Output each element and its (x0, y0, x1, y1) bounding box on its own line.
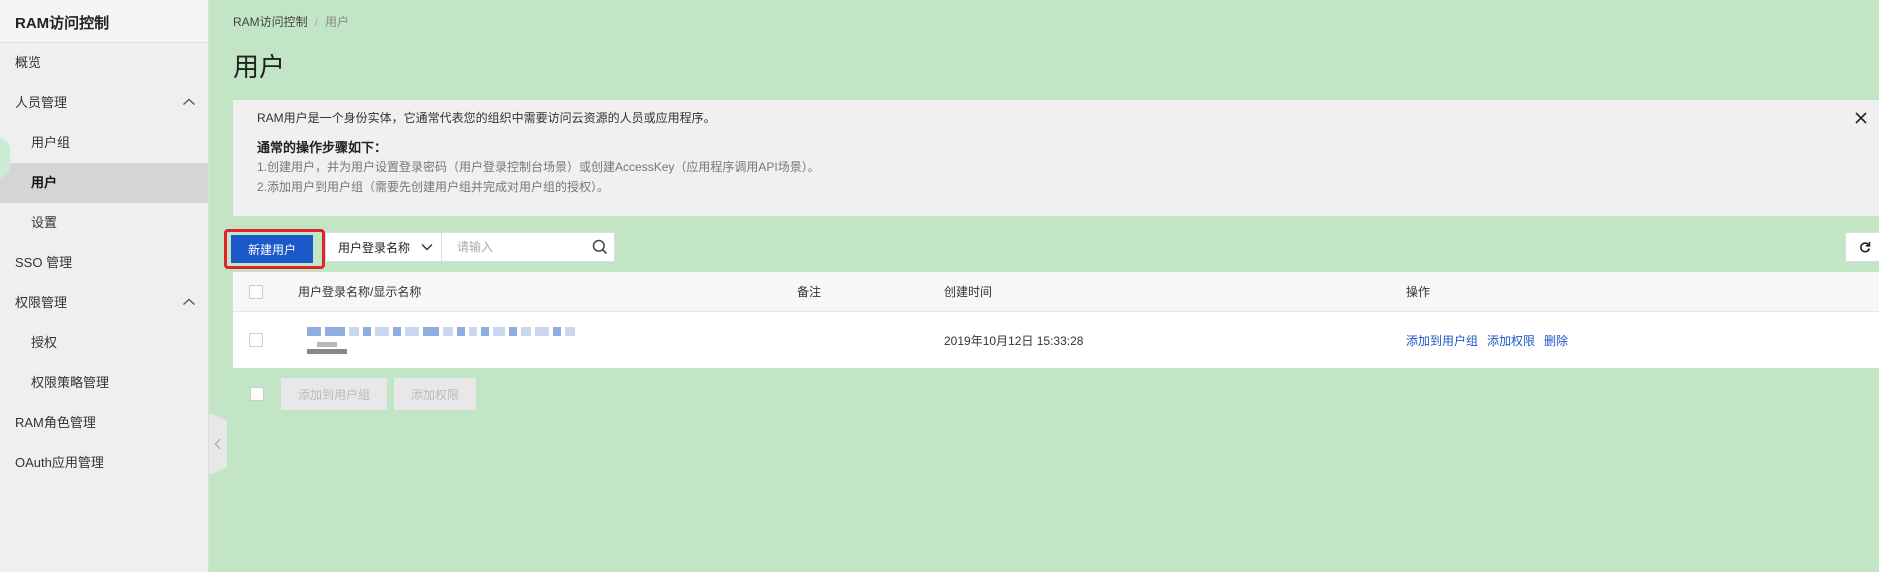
main-content: RAM访问控制 / 用户 用户 RAM用户是一个身份实体，它通常代表您的组织中需要访… (224, 0, 1879, 572)
search-input[interactable] (442, 233, 586, 261)
sidebar-item-ram-roles[interactable]: RAM角色管理 (0, 403, 208, 443)
sidebar-item-label: 人员管理 (15, 95, 68, 110)
sidebar-item-permission-management[interactable]: 权限管理 (0, 283, 208, 323)
sidebar-item-label: RAM角色管理 (15, 415, 96, 430)
delete-link[interactable]: 删除 (1544, 332, 1568, 349)
add-permission-link[interactable]: 添加权限 (1487, 332, 1535, 349)
header-name: 用户登录名称/显示名称 (298, 285, 422, 299)
sidebar-item-label: 权限管理 (15, 295, 68, 310)
select-all-checkbox[interactable] (249, 284, 263, 299)
sidebar-item-user-groups[interactable]: 用户组 (0, 123, 208, 163)
header-created: 创建时间 (944, 285, 993, 299)
breadcrumb: RAM访问控制 / 用户 (233, 13, 349, 30)
sidebar-item-settings[interactable]: 设置 (0, 203, 208, 243)
search-field-select[interactable]: 用户登录名称 (326, 233, 442, 261)
sidebar-item-label: 权限策略管理 (31, 375, 110, 390)
row-checkbox[interactable] (249, 333, 263, 347)
breadcrumb-current: 用户 (325, 15, 350, 29)
refresh-icon (1860, 242, 1871, 253)
sidebar-item-label: OAuth应用管理 (15, 455, 104, 470)
sidebar-item-label: 概览 (15, 55, 42, 70)
sidebar-item-sso-management[interactable]: SSO 管理 (0, 243, 208, 283)
chevron-down-icon (421, 244, 433, 251)
chevron-up-icon (183, 98, 195, 105)
highlight-box: 新建用户 (224, 229, 325, 269)
notice-step-1: 1.创建用户，并为用户设置登录密码（用户登录控制台场景）或创建AccessKey… (257, 160, 820, 174)
sidebar-item-label: 用户组 (31, 135, 71, 150)
sidebar-item-grants[interactable]: 授权 (0, 323, 208, 363)
row-created: 2019年10月12日 15:33:28 (944, 333, 1084, 348)
sidebar: RAM访问控制 概览人员管理用户组用户设置 SSO 管理 权限管理授权权限策略管理 R… (0, 0, 209, 572)
breadcrumb-separator: / (314, 15, 319, 29)
table-row: 2019年10月12日 15:33:28 添加到用户组 添加权限 删除 (233, 312, 1879, 368)
sidebar-item-label: 用户 (31, 175, 58, 190)
add-to-group-link[interactable]: 添加到用户组 (1406, 332, 1478, 349)
sidebar-item-label: 授权 (31, 335, 58, 350)
sidebar-item-label: 设置 (31, 215, 58, 230)
sidebar-item-policy-management[interactable]: 权限策略管理 (0, 363, 208, 403)
search-field-select-value: 用户登录名称 (338, 240, 411, 255)
breadcrumb-root[interactable]: RAM访问控制 (233, 15, 308, 29)
close-icon[interactable] (1853, 110, 1869, 126)
notice-heading: 通常的操作步骤如下： (257, 140, 388, 155)
chevron-left-icon (214, 438, 221, 450)
page-title: 用户 (233, 52, 286, 82)
search-group: 用户登录名称 (325, 232, 615, 262)
new-user-button[interactable]: 新建用户 (231, 235, 313, 263)
batch-add-to-group-button[interactable]: 添加到用户组 (281, 378, 388, 410)
sidebar-item-oauth-apps[interactable]: OAuth应用管理 (0, 443, 208, 483)
row-actions: 添加到用户组 添加权限 删除 (1406, 312, 1577, 368)
info-notice: RAM用户是一个身份实体，它通常代表您的组织中需要访问云资源的人员或应用程序。 … (233, 100, 1879, 216)
sidebar-item-label: SSO 管理 (15, 255, 73, 270)
sidebar-title: RAM访问控制 (0, 0, 208, 43)
sidebar-item-users[interactable]: 用户 (0, 163, 208, 203)
header-actions: 操作 (1406, 285, 1431, 299)
search-icon (592, 239, 608, 255)
batch-actions: 添加到用户组 添加权限 (233, 376, 633, 410)
users-table: 用户登录名称/显示名称 备注 创建时间 操作 2019年10月12日 15:33… (233, 272, 1879, 368)
search-button[interactable] (586, 233, 614, 261)
table-header: 用户登录名称/显示名称 备注 创建时间 操作 (233, 272, 1879, 312)
notice-intro: RAM用户是一个身份实体，它通常代表您的组织中需要访问云资源的人员或应用程序。 (257, 111, 716, 125)
refresh-button[interactable] (1845, 232, 1879, 262)
notice-step-2: 2.添加用户到用户组（需要先创建用户组并完成对用户组的授权）。 (257, 180, 610, 194)
header-remark: 备注 (797, 285, 822, 299)
batch-add-permission-button[interactable]: 添加权限 (394, 378, 477, 410)
sidebar-collapse-toggle[interactable] (209, 413, 227, 475)
chevron-up-icon (183, 298, 195, 305)
toolbar: 新建用户 用户登录名称 (224, 229, 1879, 269)
sidebar-item-overview[interactable]: 概览 (0, 43, 208, 83)
batch-select-checkbox[interactable] (250, 387, 264, 401)
sidebar-item-people-management[interactable]: 人员管理 (0, 83, 208, 123)
user-name-redacted[interactable] (307, 312, 575, 368)
